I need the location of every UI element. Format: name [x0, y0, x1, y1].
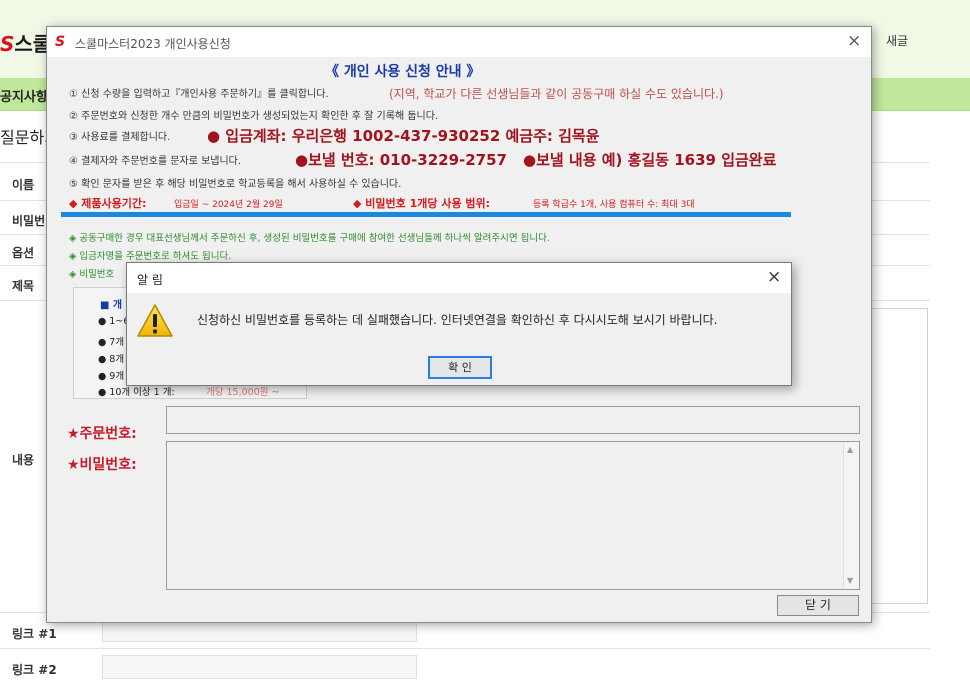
section-divider-bar — [61, 212, 791, 217]
window-close-icon[interactable]: × — [847, 31, 861, 51]
window-titlebar: S 스쿨마스터2023 개인사용신청 × — [47, 27, 871, 57]
form-label-name: 이름 — [12, 178, 35, 192]
price-item: ● 8개 — [98, 354, 125, 365]
new-posts-link[interactable]: 새글 — [886, 32, 908, 49]
password-scrollbar[interactable]: ▲ ▼ — [843, 442, 859, 589]
usage-period-label: ◆ 제품사용기간: — [69, 197, 147, 210]
alert-message: 신청하신 비밀번호를 등록하는 데 실패했습니다. 인터넷연결을 확인하신 후 … — [197, 313, 718, 327]
step-2: ② 주문번호와 신청한 개수 만큼의 비밀번호가 생성되었는지 확인한 후 잘 … — [69, 111, 439, 122]
form-label-password: 비밀번 — [12, 214, 46, 228]
price-item: ● 9개 — [98, 371, 125, 382]
usage-scope-value: 등록 학급수 1개, 사용 컴퓨터 수: 최대 3대 — [533, 200, 695, 210]
form-label-option: 옵션 — [12, 246, 35, 260]
step-1: ① 신청 수량을 입력하고『개인사용 주문하기』를 클릭합니다. — [69, 89, 329, 100]
alert-titlebar: 알 림 × — [127, 263, 791, 293]
step-5: ⑤ 확인 문자를 받은 후 해당 비밀번호로 학교등록을 해서 사용하실 수 있… — [69, 179, 402, 190]
price-item: ● 7개 — [98, 337, 125, 348]
password-label: ★비밀번호: — [67, 457, 137, 473]
price-item: ● 10개 이상 1 개: — [98, 387, 175, 398]
alert-dialog: 알 림 × 신청하신 비밀번호를 등록하는 데 실패했습니다. 인터넷연결을 확… — [126, 262, 792, 386]
step-4: ④ 결제자와 주문번호를 문자로 보냅니다. — [69, 156, 242, 167]
alert-title: 알 림 — [137, 273, 163, 287]
order-number-input[interactable] — [166, 406, 860, 434]
site-logo[interactable]: S스쿨 — [0, 28, 51, 57]
bank-account-info: ● 입금계좌: 우리은행 1002-437-930252 예금주: 김목윤 — [207, 127, 600, 145]
alert-close-icon[interactable]: × — [767, 267, 781, 287]
password-textarea[interactable]: ▲ ▼ — [166, 441, 860, 590]
scroll-down-icon[interactable]: ▼ — [847, 576, 853, 585]
green-note-1: ◈ 공동구매한 경우 대표선생님께서 주문하신 후, 생성된 비밀번호를 구매에… — [69, 233, 550, 244]
usage-period-value: 입금일 ~ 2024년 2월 29일 — [174, 200, 283, 210]
price-item-tail: 개당 15,000원 ~ — [206, 387, 280, 398]
form-label-link1: 링크 #1 — [12, 627, 57, 641]
ok-button[interactable]: 확 인 — [428, 356, 492, 379]
logo-s-icon: S — [0, 32, 15, 56]
window-title: 스쿨마스터2023 개인사용신청 — [75, 37, 231, 51]
scroll-up-icon[interactable]: ▲ — [847, 445, 853, 454]
guide-title: 《 개인 사용 신청 안내 》 — [325, 64, 481, 80]
green-note-2: ◈ 입금자명을 주문번호로 하셔도 됩니다. — [69, 251, 232, 262]
close-button[interactable]: 닫 기 — [777, 595, 859, 616]
send-number: ●보낼 번호: 010-3229-2757 — [295, 151, 507, 169]
order-number-label: ★주문번호: — [67, 426, 137, 442]
form-divider — [0, 648, 930, 649]
form-label-content: 내용 — [12, 453, 35, 467]
form-label-subject: 제목 — [12, 279, 35, 293]
price-item: ● 1~6 — [98, 316, 130, 327]
link2-input[interactable] — [102, 655, 417, 679]
green-note-3: ◈ 비밀번호 — [69, 269, 115, 280]
form-label-link2: 링크 #2 — [12, 663, 57, 677]
app-logo-icon: S — [55, 34, 66, 50]
usage-scope-label: ◆ 비밀번호 1개당 사용 범위: — [353, 197, 491, 210]
step-3: ③ 사용료를 결제합니다. — [69, 132, 171, 143]
send-content-example: ●보낼 내용 예) 홍길동 1639 입금완료 — [523, 151, 777, 169]
nav-item-notice[interactable]: 공지사항 — [0, 86, 48, 105]
price-table-title: ■ 개 — [100, 300, 123, 311]
group-purchase-note: (지역, 학교가 다른 선생님들과 같이 공동구매 하실 수도 있습니다.) — [389, 87, 724, 101]
warning-icon — [137, 304, 173, 337]
